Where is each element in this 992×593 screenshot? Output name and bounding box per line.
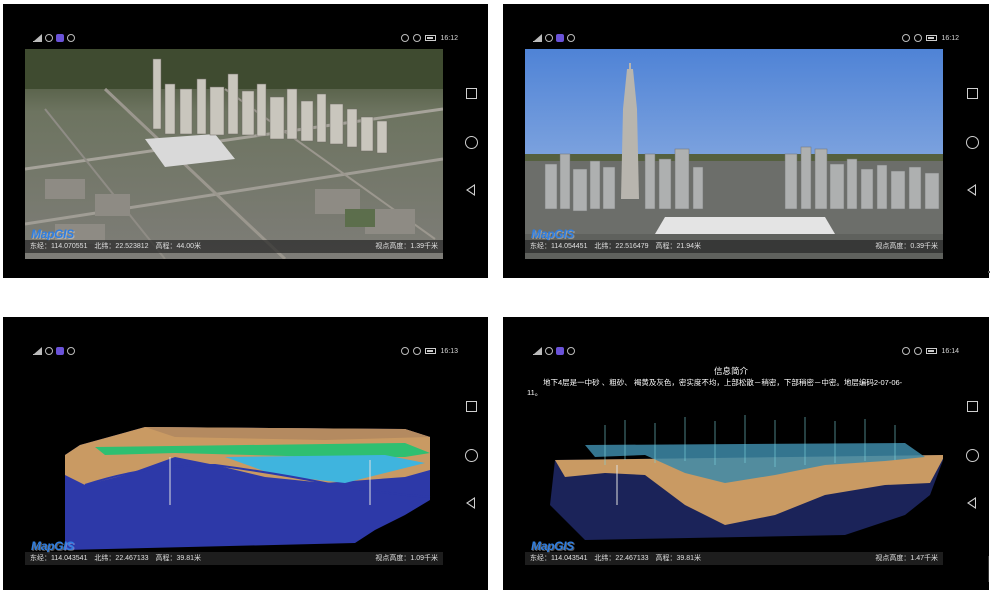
back-icon[interactable] [466,497,475,509]
status-bar: 16:14 [525,347,959,359]
system-nav-bar [963,397,983,517]
home-icon[interactable] [465,136,478,149]
wifi-icon [545,347,553,355]
status-time: 16:14 [941,347,959,355]
status-time: 16:13 [440,347,458,355]
app-badge-icon [556,347,564,355]
skyline-scene [525,49,943,259]
view-height-readout: 视点高度：0.39千米 [875,243,938,250]
mapgis-logo: MapGIS [531,539,574,553]
latitude-readout: 北纬：22.523812 [94,243,149,250]
view-height-readout: 视点高度：1.09千米 [375,555,438,562]
status-time: 16:12 [941,34,959,42]
edge-line [988,556,989,582]
wifi-icon [45,34,53,42]
mapgis-logo: MapGIS [31,539,74,553]
info-popup-body: 地下4层是一中砂 、粗砂、 褐黄及灰色，密实度不均，上部松散－稍密，下部稍密－中… [527,378,903,397]
recent-apps-icon[interactable] [466,401,477,412]
status-bar: 16:12 [525,34,959,46]
map-3d-view[interactable] [525,49,943,259]
signal-icon [533,347,542,355]
back-icon[interactable] [466,184,475,196]
status-bar: 16:12 [25,34,458,46]
alarm-icon [914,347,923,355]
latitude-readout: 北纬：22.516479 [594,243,649,250]
alarm-icon [413,34,422,42]
phone-screen-geology-info: 16:14 信息简介 地下4层是一中砂 、粗砂、 褐黄及灰色，密实度不均，上部松… [503,317,989,590]
signal-icon [533,34,542,42]
view-height-readout: 视点高度：1.47千米 [875,555,938,562]
elevation-readout: 高程：39.81米 [155,555,201,562]
vibrate-icon [401,347,410,355]
system-nav-bar [963,84,983,204]
vibrate-icon [902,347,911,355]
mapgis-logo: MapGIS [531,227,574,241]
nfc-icon [567,34,575,42]
alarm-icon [914,34,923,42]
status-bar: 16:13 [25,347,458,359]
signal-icon [33,347,42,355]
geology-block-model [65,427,431,550]
longitude-readout: 东经：114.043541 [30,555,88,562]
status-time: 16:12 [440,34,458,42]
elevation-readout: 高程：21.94米 [655,243,701,250]
coordinate-bar: 东经：114.054451 北纬：22.516479 高程：21.94米 视点高… [525,240,943,253]
vibrate-icon [902,34,911,42]
latitude-readout: 北纬：22.467133 [594,555,649,562]
phone-screen-aerial: 16:12 MapGIS 东经：114.070551 北纬：22.523812 … [3,4,488,278]
battery-icon [926,348,938,354]
elevation-readout: 高程：44.00米 [155,243,201,250]
recent-apps-icon[interactable] [967,401,978,412]
vibrate-icon [401,34,410,42]
map-3d-view[interactable] [25,365,443,569]
longitude-readout: 东经：114.043541 [530,555,588,562]
battery-icon [425,348,437,354]
aerial-city-scene [25,49,443,259]
recent-apps-icon[interactable] [967,88,978,99]
app-badge-icon [56,34,64,42]
recent-apps-icon[interactable] [466,88,477,99]
system-nav-bar [462,84,482,204]
wifi-icon [545,34,553,42]
nfc-icon [567,347,575,355]
app-badge-icon [56,347,64,355]
battery-icon [926,35,938,41]
back-icon[interactable] [967,184,976,196]
app-badge-icon [556,34,564,42]
home-icon[interactable] [966,449,979,462]
edge-dot [988,271,990,273]
back-icon[interactable] [967,497,976,509]
elevation-readout: 高程：39.81米 [655,555,701,562]
phone-screen-skyline: 16:12 MapGIS 东经：114.054451 北纬：22.516479 … [503,4,989,278]
view-height-readout: 视点高度：1.39千米 [375,243,438,250]
longitude-readout: 东经：114.054451 [530,243,588,250]
nfc-icon [67,347,75,355]
nfc-icon [67,34,75,42]
longitude-readout: 东经：114.070551 [30,243,88,250]
battery-icon [425,35,437,41]
alarm-icon [413,347,422,355]
system-nav-bar [462,397,482,517]
phone-screen-geology: 16:13 MapGIS 东经：114.043541 北纬：22.467133 … [3,317,488,590]
home-icon[interactable] [465,449,478,462]
mapgis-logo: MapGIS [31,227,74,241]
coordinate-bar: 东经：114.070551 北纬：22.523812 高程：44.00米 视点高… [25,240,443,253]
signal-icon [33,34,42,42]
map-3d-view[interactable] [25,49,443,259]
home-icon[interactable] [966,136,979,149]
wifi-icon [45,347,53,355]
latitude-readout: 北纬：22.467133 [94,555,149,562]
coordinate-bar: 东经：114.043541 北纬：22.467133 高程：39.81米 视点高… [525,552,943,565]
info-popup-title: 信息简介 [713,366,748,376]
coordinate-bar: 东经：114.043541 北纬：22.467133 高程：39.81米 视点高… [25,552,443,565]
